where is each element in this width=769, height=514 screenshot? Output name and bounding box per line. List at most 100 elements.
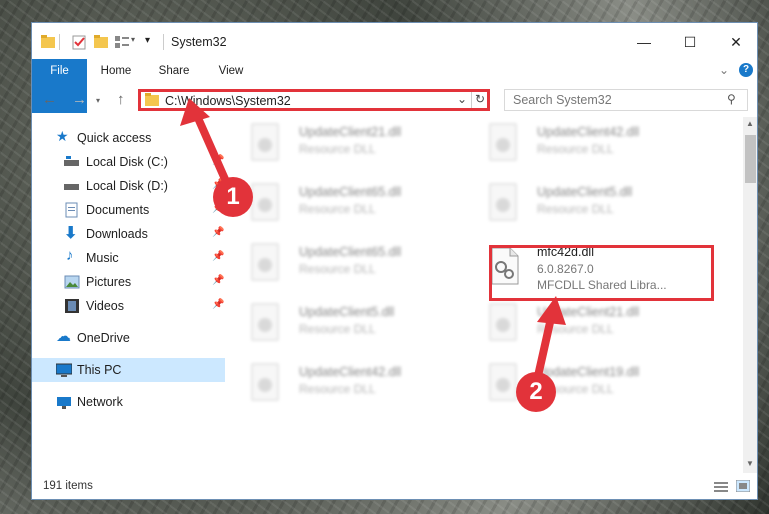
- pin-icon[interactable]: 📌: [212, 155, 224, 166]
- cloud-icon: ☁: [56, 328, 71, 345]
- sidebar-item-onedrive[interactable]: ☁ OneDrive: [32, 326, 225, 350]
- file-item[interactable]: UpdateClient21.dll Resource DLL: [228, 117, 458, 171]
- large-icons-view-icon[interactable]: [736, 480, 750, 492]
- file-item[interactable]: UpdateClient5.dll Resource DLL: [466, 177, 696, 231]
- navigation-pane: ★ Quick access Local Disk (C:) 📌 Local D…: [32, 123, 225, 453]
- dll-file-icon: [489, 303, 517, 341]
- sidebar-item-label: Downloads: [86, 227, 148, 241]
- tab-home[interactable]: Home: [91, 59, 141, 83]
- search-icon[interactable]: ⚲: [727, 92, 736, 106]
- file-type: Resource DLL: [299, 382, 376, 396]
- file-explorer-window: ▾ ▾ System32 — ☐ ✕ File Home Share View …: [31, 22, 758, 500]
- file-type: Resource DLL: [537, 142, 614, 156]
- drive-icon: [64, 184, 79, 190]
- refresh-icon[interactable]: ↻: [475, 92, 485, 106]
- sidebar-item-videos[interactable]: Videos 📌: [32, 294, 225, 318]
- dll-file-icon: [251, 123, 279, 161]
- status-bar: 191 items: [32, 475, 757, 499]
- forward-arrow-icon[interactable]: →: [72, 91, 87, 108]
- up-arrow-icon[interactable]: ↑: [117, 91, 125, 108]
- sidebar-item-local-disk-c[interactable]: Local Disk (C:) 📌: [32, 150, 225, 174]
- close-button[interactable]: ✕: [713, 23, 757, 61]
- sidebar-item-label: OneDrive: [77, 331, 130, 345]
- sidebar-item-label: Videos: [86, 299, 124, 313]
- scroll-down-icon[interactable]: ▼: [746, 459, 754, 468]
- file-item[interactable]: UpdateClient65.dll Resource DLL: [228, 177, 458, 231]
- computer-icon: [56, 363, 72, 377]
- sidebar-item-this-pc[interactable]: This PC: [32, 358, 225, 382]
- sidebar-item-local-disk-d[interactable]: Local Disk (D:) 📌: [32, 174, 225, 198]
- vertical-scrollbar[interactable]: ▲ ▼: [743, 117, 757, 473]
- minimize-button[interactable]: —: [621, 23, 667, 61]
- window-title: System32: [171, 35, 227, 49]
- chevron-down-icon[interactable]: ▾: [131, 35, 135, 44]
- download-arrow-icon: ⬇: [64, 225, 78, 242]
- search-box[interactable]: Search System32 ⚲: [504, 89, 748, 111]
- help-icon[interactable]: ?: [739, 63, 753, 77]
- address-bar[interactable]: C:\Windows\System32 ⌄ ↻: [138, 89, 490, 111]
- title-bar: ▾ ▾ System32 — ☐ ✕: [32, 23, 757, 61]
- folder-icon: [145, 93, 159, 106]
- dll-file-icon: [489, 183, 517, 221]
- recent-locations-icon[interactable]: ▾: [96, 96, 100, 105]
- details-view-icon[interactable]: [714, 481, 728, 493]
- ribbon: File Home Share View ⌄ ?: [32, 59, 757, 113]
- file-type: Resource DLL: [537, 202, 614, 216]
- file-type: Resource DLL: [299, 142, 376, 156]
- scroll-up-icon[interactable]: ▲: [746, 119, 754, 128]
- customize-toolbar-icon[interactable]: ▾: [145, 35, 150, 46]
- folder-icon: [41, 35, 55, 48]
- dll-file-icon: [251, 183, 279, 221]
- sidebar-item-quick-access[interactable]: ★ Quick access: [32, 126, 225, 150]
- drive-icon: [64, 156, 79, 166]
- sidebar-item-label: Local Disk (C:): [86, 155, 168, 169]
- file-type: Resource DLL: [299, 262, 376, 276]
- divider: [59, 34, 60, 50]
- sidebar-item-label: Documents: [86, 203, 150, 217]
- file-item[interactable]: UpdateClient42.dll Resource DLL: [466, 117, 696, 171]
- star-icon: ★: [56, 128, 69, 144]
- file-name: UpdateClient42.dll: [537, 125, 640, 139]
- tab-share[interactable]: Share: [149, 59, 199, 83]
- sidebar-item-label: Pictures: [86, 275, 132, 289]
- sidebar-item-label: This PC: [77, 363, 122, 377]
- dll-file-icon: [251, 363, 279, 401]
- pin-icon[interactable]: 📌: [212, 251, 224, 262]
- sidebar-item-label: Quick access: [77, 131, 152, 145]
- expand-ribbon-icon[interactable]: ⌄: [719, 63, 729, 77]
- back-arrow-icon[interactable]: ←: [42, 91, 57, 108]
- address-path[interactable]: C:\Windows\System32: [165, 94, 291, 108]
- divider: [471, 92, 472, 108]
- tab-view[interactable]: View: [206, 59, 256, 83]
- maximize-button[interactable]: ☐: [667, 23, 713, 61]
- sidebar-item-downloads[interactable]: ⬇ Downloads 📌: [32, 222, 225, 246]
- scrollbar-thumb[interactable]: [745, 135, 756, 183]
- file-item[interactable]: UpdateClient65.dll Resource DLL: [228, 237, 458, 291]
- view-options-icon[interactable]: [114, 34, 130, 50]
- file-name: UpdateClient19.dll: [537, 365, 640, 379]
- pin-icon[interactable]: 📌: [212, 275, 224, 286]
- film-icon: [65, 299, 79, 313]
- file-type: Resource DLL: [299, 202, 376, 216]
- sidebar-item-network[interactable]: Network: [32, 390, 225, 414]
- divider: [163, 34, 164, 50]
- pin-icon[interactable]: 📌: [212, 299, 224, 310]
- file-item[interactable]: UpdateClient5.dll Resource DLL: [228, 297, 458, 351]
- file-name: UpdateClient5.dll: [537, 185, 633, 199]
- sidebar-item-label: Network: [77, 395, 123, 409]
- sidebar-item-music[interactable]: ♪ Music 📌: [32, 246, 225, 270]
- pin-icon[interactable]: 📌: [212, 227, 224, 238]
- file-item[interactable]: UpdateClient19.dll Resource DLL: [466, 357, 696, 411]
- properties-icon[interactable]: [72, 34, 86, 50]
- file-type: Resource DLL: [537, 322, 614, 336]
- search-input[interactable]: Search System32: [513, 93, 612, 107]
- sidebar-item-documents[interactable]: Documents 📌: [32, 198, 225, 222]
- file-item[interactable]: UpdateClient42.dll Resource DLL: [228, 357, 458, 411]
- sidebar-item-pictures[interactable]: Pictures 📌: [32, 270, 225, 294]
- music-note-icon: ♪: [66, 247, 74, 264]
- file-type: Resource DLL: [299, 322, 376, 336]
- file-item[interactable]: UpdateClient21.dll Resource DLL: [466, 297, 696, 351]
- network-icon: [57, 397, 71, 409]
- chevron-down-icon[interactable]: ⌄: [457, 92, 467, 106]
- new-folder-icon[interactable]: [94, 34, 108, 50]
